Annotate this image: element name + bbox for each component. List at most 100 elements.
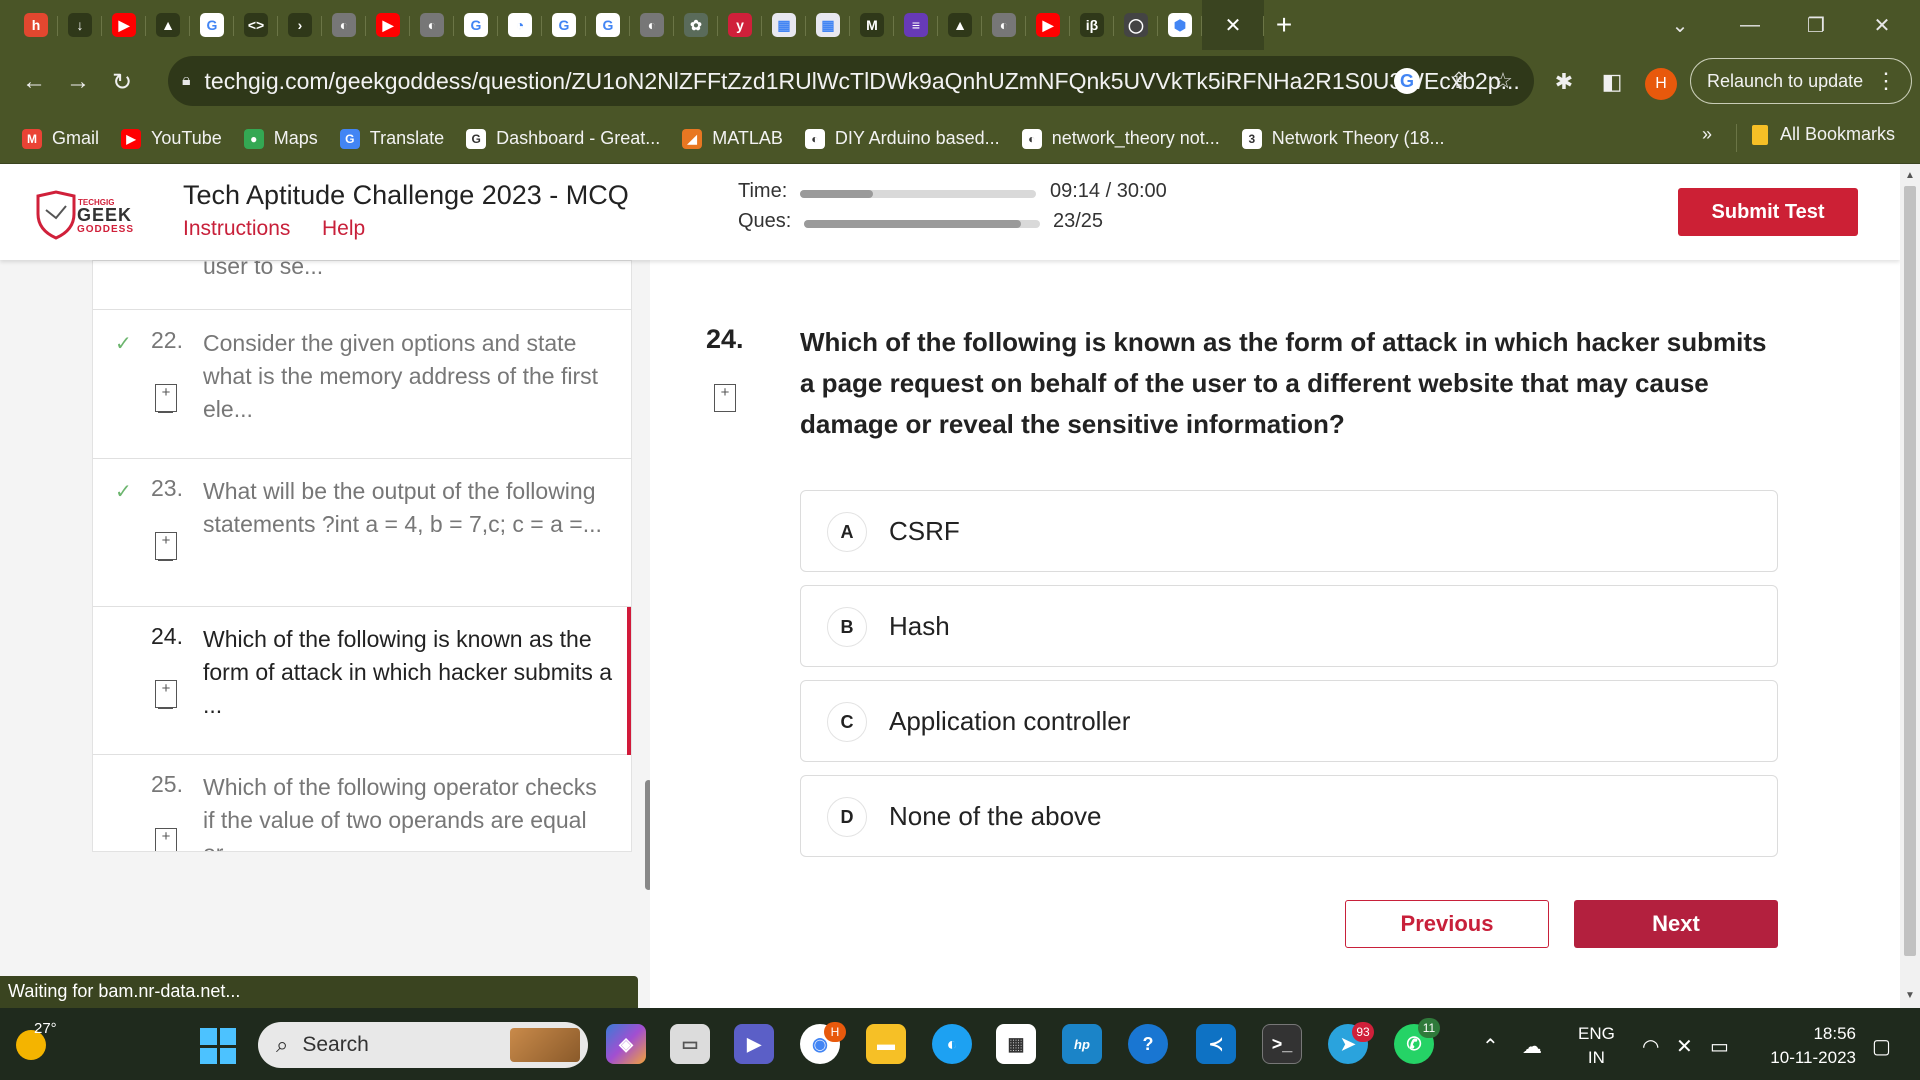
browser-tab[interactable]: ▶ [102,0,146,50]
browser-tab[interactable]: ◐ [982,0,1026,50]
wifi-icon[interactable]: ◠ [1642,1034,1659,1059]
forward-icon[interactable]: → [58,62,98,102]
browser-tab[interactable]: G [454,0,498,50]
scroll-down-icon[interactable]: ▼ [1905,990,1915,1001]
browser-tab[interactable]: ⬢ [1158,0,1202,50]
browser-tab[interactable]: <> [234,0,278,50]
browser-tab[interactable]: ◐ [322,0,366,50]
bookmark-item[interactable]: ● Maps [243,128,318,149]
close-window-button[interactable]: ✕ [1852,0,1912,50]
back-icon[interactable]: ← [14,62,54,102]
address-bar[interactable]: 🔒︎ techgig.com/geekgoddess/question/ZU1o… [168,56,1534,106]
help-app-icon[interactable]: ? [1128,1024,1168,1064]
browser-tab[interactable]: ▲ [146,0,190,50]
profile-avatar[interactable]: H [1645,68,1677,100]
battery-icon[interactable]: ▭ [1710,1034,1729,1059]
browser-tab[interactable]: iβ [1070,0,1114,50]
extensions-icon[interactable]: ✱ [1550,68,1578,96]
bookmark-question-icon[interactable]: + [155,384,177,413]
notifications-icon[interactable]: ▢ [1872,1034,1891,1059]
browser-tab[interactable]: G [190,0,234,50]
clock[interactable]: 18:56 10-11-2023 [1762,1022,1856,1070]
browser-tab[interactable]: G [542,0,586,50]
browser-tab[interactable]: ◔ [498,0,542,50]
scroll-up-icon[interactable]: ▲ [1905,170,1915,181]
browser-tab[interactable]: M [850,0,894,50]
bookmark-item[interactable]: G Dashboard - Great... [466,128,660,149]
answer-option[interactable]: A CSRF [800,490,1778,572]
submit-test-button[interactable]: Submit Test [1678,188,1858,236]
relaunch-button[interactable]: Relaunch to update ⋮ [1690,58,1912,104]
browser-tab[interactable]: ▦ [806,0,850,50]
browser-tab[interactable]: ▶ [1026,0,1070,50]
more-bookmarks-icon[interactable]: » [1702,124,1712,145]
browser-tab[interactable]: ▶ [366,0,410,50]
answer-option[interactable]: B Hash [800,585,1778,667]
browser-tab[interactable]: ◐ [410,0,454,50]
lock-icon[interactable]: 🔒︎ [182,72,191,90]
volume-muted-icon[interactable]: ✕ [1676,1034,1693,1059]
browser-tab[interactable]: ◯ [1114,0,1158,50]
answer-option[interactable]: C Application controller [800,680,1778,762]
all-bookmarks[interactable]: All Bookmarks [1752,124,1895,145]
bookmark-item[interactable]: G Translate [339,128,444,149]
question-list-item[interactable]: ✓ 23. What will be the output of the follo… [93,459,631,607]
close-tab-icon[interactable]: ✕ [1225,13,1242,38]
browser-tab[interactable]: y [718,0,762,50]
question-list-item[interactable]: ✓ 22. Consider the given options and state… [93,311,631,459]
side-panel-icon[interactable]: ◧ [1598,68,1626,96]
bookmark-question-icon[interactable]: + [714,384,736,412]
bookmark-question-icon[interactable]: + [155,532,177,561]
show-hidden-icons[interactable]: ⌃ [1482,1034,1499,1059]
bookmark-item[interactable]: M Gmail [22,128,99,149]
vscode-icon[interactable]: ≺ [1196,1024,1236,1064]
url-text[interactable]: techgig.com/geekgoddess/question/ZU1oN2N… [205,68,1520,95]
edge-icon[interactable]: ◐ [932,1024,972,1064]
new-tab-button[interactable]: + [1264,0,1304,50]
google-lens-icon[interactable]: G [1394,68,1420,94]
bookmark-question-icon[interactable]: + [155,828,177,851]
page-scrollbar[interactable]: ▲ ▼ [1900,164,1920,1008]
help-link[interactable]: Help [322,217,365,241]
bookmark-item[interactable]: ◐ network_theory not... [1021,128,1220,149]
browser-tab[interactable]: ▦ [762,0,806,50]
start-button[interactable] [200,1028,236,1064]
instructions-link[interactable]: Instructions [183,217,290,241]
bookmark-item[interactable]: ▶ YouTube [121,128,222,149]
copilot-icon[interactable]: ◈ [606,1024,646,1064]
browser-tab[interactable]: h [14,0,58,50]
hp-app-icon[interactable]: hp [1062,1024,1102,1064]
previous-button[interactable]: Previous [1345,900,1549,948]
taskbar-search[interactable]: ⌕ Search [258,1022,588,1068]
browser-tab[interactable]: ↓ [58,0,102,50]
weather-tray-icon[interactable]: ☁ [1522,1034,1542,1059]
reload-icon[interactable]: ↻ [102,62,142,102]
browser-tab[interactable]: ◐ [630,0,674,50]
bookmark-item[interactable]: ◢ MATLAB [682,128,783,149]
teams-icon[interactable]: ▶ [734,1024,774,1064]
minimize-button[interactable]: — [1720,0,1780,50]
question-list-item[interactable]: 24. Which of the following is known as th… [93,607,631,755]
browser-tab[interactable]: › [278,0,322,50]
answer-option[interactable]: D None of the above [800,775,1778,857]
restore-button[interactable]: ❐ [1786,0,1846,50]
menu-dots-icon[interactable]: ⋮ [1875,68,1897,94]
store-icon[interactable]: ▦ [996,1024,1036,1064]
task-view-icon[interactable]: ▭ [670,1024,710,1064]
browser-tab[interactable]: ✿ [674,0,718,50]
bookmark-star-icon[interactable]: ☆ [1490,68,1516,94]
language-indicator[interactable]: ENG IN [1578,1022,1615,1070]
active-tab[interactable]: ✕ [1202,0,1264,50]
browser-tab[interactable]: ≡ [894,0,938,50]
bookmark-item[interactable]: 3 Network Theory (18... [1241,128,1445,149]
question-list-item[interactable]: 25. Which of the following operator check… [93,755,631,851]
browser-tab[interactable]: ▲ [938,0,982,50]
file-explorer-icon[interactable]: ▬ [866,1024,906,1064]
browser-tab[interactable]: G [586,0,630,50]
share-icon[interactable]: ⇪ [1446,68,1472,94]
next-button[interactable]: Next [1574,900,1778,948]
bookmark-question-icon[interactable]: + [155,680,177,709]
scroll-thumb[interactable] [1904,186,1916,956]
bookmark-item[interactable]: ◐ DIY Arduino based... [804,128,1000,149]
terminal-icon[interactable]: >_ [1262,1024,1302,1064]
